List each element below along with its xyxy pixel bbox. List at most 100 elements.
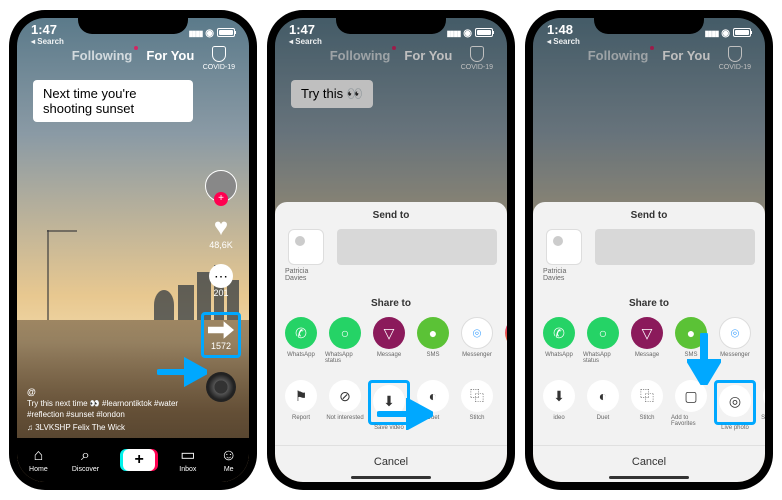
- comment-icon: [209, 264, 233, 288]
- share-whatsapp-status[interactable]: ○ WhatsApp status: [583, 317, 623, 364]
- video-meta: @ Try this next time 👀 #learnontiktok #w…: [27, 387, 189, 432]
- battery-icon: [217, 28, 235, 37]
- sendto-row[interactable]: Patricia Davies: [275, 229, 507, 282]
- author-avatar[interactable]: +: [205, 170, 237, 202]
- caption: Try this next time 👀 #learnontiktok #wat…: [27, 399, 189, 420]
- share-app-icon: ✆: [285, 317, 317, 349]
- action-stitch[interactable]: ⿻Stitch: [627, 380, 667, 431]
- wifi-icon: [721, 25, 730, 39]
- share-label: WhatsApp: [287, 352, 315, 358]
- signal-icon: [189, 25, 203, 39]
- action-icon: ⊘: [329, 380, 361, 412]
- sendto-title: Send to: [533, 210, 765, 221]
- phone-frame-2: 1:47 ◂ Search Following For You COVID-19…: [267, 10, 515, 490]
- sound-disc[interactable]: [206, 372, 236, 402]
- tab-foryou[interactable]: For You: [146, 48, 194, 63]
- send-contact[interactable]: Patricia Davies: [543, 229, 585, 282]
- status-time: 1:47: [31, 22, 64, 37]
- action-icon: ◐: [587, 380, 619, 412]
- share-label: Message: [635, 352, 659, 358]
- action-label: Stitch: [639, 415, 654, 421]
- tab-inbox[interactable]: ▭Inbox: [179, 448, 196, 473]
- shareto-row[interactable]: ✆ WhatsApp ○WhatsApp status▽Message●SMS⌾Me…: [275, 317, 507, 364]
- action-stitch[interactable]: ⿻Stitch: [457, 380, 497, 431]
- tab-home[interactable]: ⌂Home: [29, 448, 48, 473]
- home-indicator[interactable]: [609, 476, 689, 479]
- action-label: Stitch: [469, 415, 484, 421]
- shield-icon: [212, 46, 226, 62]
- sendto-placeholder: [595, 229, 755, 265]
- notch: [594, 10, 704, 34]
- share-app-icon: ●: [417, 317, 449, 349]
- action-live-photo[interactable]: ◎Live photo: [715, 380, 755, 431]
- share-label: Message: [377, 352, 401, 358]
- music-track[interactable]: 3LVKSHP Felix The Wick: [27, 423, 189, 432]
- comment-count: 201: [213, 288, 228, 298]
- share-messenger[interactable]: ⌾ Messenger: [715, 317, 755, 364]
- share-sheet: Send to Patricia Davies Share to ✆WhatsA…: [533, 202, 765, 482]
- tab-discover[interactable]: ⌕Discover: [72, 448, 99, 473]
- action-icon: ⬇: [543, 380, 575, 412]
- action-row[interactable]: ⬇ideo◐Duet⿻Stitch▢Add to Favorites◎Live …: [533, 380, 765, 431]
- tab-me[interactable]: ☺Me: [221, 448, 237, 473]
- share-label: WhatsApp status: [583, 352, 623, 364]
- home-indicator[interactable]: [351, 476, 431, 479]
- like-button[interactable]: ♥ 48,6K: [209, 216, 233, 250]
- share-app-icon: ▽: [631, 317, 663, 349]
- signal-icon: [705, 25, 719, 39]
- action-icon: GIF: [763, 380, 765, 412]
- phone-frame-3: 1:48 ◂ Search Following For You COVID-19: [525, 10, 773, 490]
- back-to-search[interactable]: ◂ Search: [547, 37, 580, 46]
- action-share-as-gif[interactable]: GIF Share as GIF: [759, 380, 765, 431]
- screen: 1:47 ◂ Search Following For You COVID-19…: [17, 18, 249, 482]
- share-message[interactable]: ▽ Message: [627, 317, 667, 364]
- share-app-icon: ○: [587, 317, 619, 349]
- share-message[interactable]: ▽Message: [369, 317, 409, 364]
- comment-button[interactable]: 201: [209, 264, 233, 298]
- share-app-icon: ○: [329, 317, 361, 349]
- cancel-button[interactable]: Cancel: [533, 445, 765, 474]
- action-not-interested[interactable]: ⊘Not interested: [325, 380, 365, 431]
- sendto-row[interactable]: Patricia Davies: [533, 229, 765, 282]
- back-to-search[interactable]: ◂ Search: [289, 37, 322, 46]
- annotation-arrow-2: [377, 398, 433, 435]
- share-sms[interactable]: ●SMS: [413, 317, 453, 364]
- contact-name: Patricia Davies: [285, 268, 327, 282]
- covid-button[interactable]: COVID-19: [203, 46, 235, 71]
- annotation-arrow-1: [157, 357, 207, 392]
- action-duet[interactable]: ◐Duet: [583, 380, 623, 431]
- shareto-title: Share to: [533, 298, 765, 309]
- phone-frame-1: 1:47 ◂ Search Following For You COVID-19…: [9, 10, 257, 490]
- action-label: Report: [292, 415, 310, 421]
- action-label: Live photo: [721, 425, 749, 431]
- inbox-icon: ▭: [180, 448, 195, 464]
- action-report[interactable]: ⚑Report: [281, 380, 321, 431]
- contact-avatar-icon: [288, 229, 324, 265]
- send-contact[interactable]: Patricia Davies: [285, 229, 327, 282]
- share-app-icon: ⌾: [719, 317, 751, 349]
- action-ideo[interactable]: ⬇ideo: [539, 380, 579, 431]
- contact-name: Patricia Davies: [543, 268, 585, 282]
- screen: 1:47 ◂ Search Following For You COVID-19…: [275, 18, 507, 482]
- action-label: Share as GIF: [761, 415, 765, 421]
- share-messenger[interactable]: ⌾Messenger: [457, 317, 497, 364]
- share-inst[interactable]: Inst: [501, 317, 507, 364]
- share-whatsapp[interactable]: ✆ WhatsApp: [281, 317, 321, 364]
- back-to-search[interactable]: ◂ Search: [31, 37, 64, 46]
- tab-following[interactable]: Following: [72, 48, 133, 63]
- share-whatsapp[interactable]: ✆WhatsApp: [539, 317, 579, 364]
- tab-create[interactable]: +: [123, 449, 155, 471]
- share-label: Messenger: [720, 352, 750, 358]
- annotation-arrow-3: [687, 333, 721, 390]
- share-button[interactable]: 1572: [201, 312, 241, 358]
- action-label: Add to Favorites: [671, 415, 711, 427]
- shareto-row[interactable]: ✆WhatsApp○WhatsApp status▽Message●SMS⌾Me…: [533, 317, 765, 364]
- screen: 1:48 ◂ Search Following For You COVID-19: [533, 18, 765, 482]
- share-sheet: Send to Patricia Davies Share to ✆WhatsA…: [275, 202, 507, 482]
- share-whatsapp-status[interactable]: ○WhatsApp status: [325, 317, 365, 364]
- follow-plus-icon[interactable]: +: [214, 192, 228, 206]
- share-label: WhatsApp: [545, 352, 573, 358]
- signal-icon: [447, 25, 461, 39]
- cancel-button[interactable]: Cancel: [275, 445, 507, 474]
- right-rail: + ♥ 48,6K 201 1572: [201, 170, 241, 402]
